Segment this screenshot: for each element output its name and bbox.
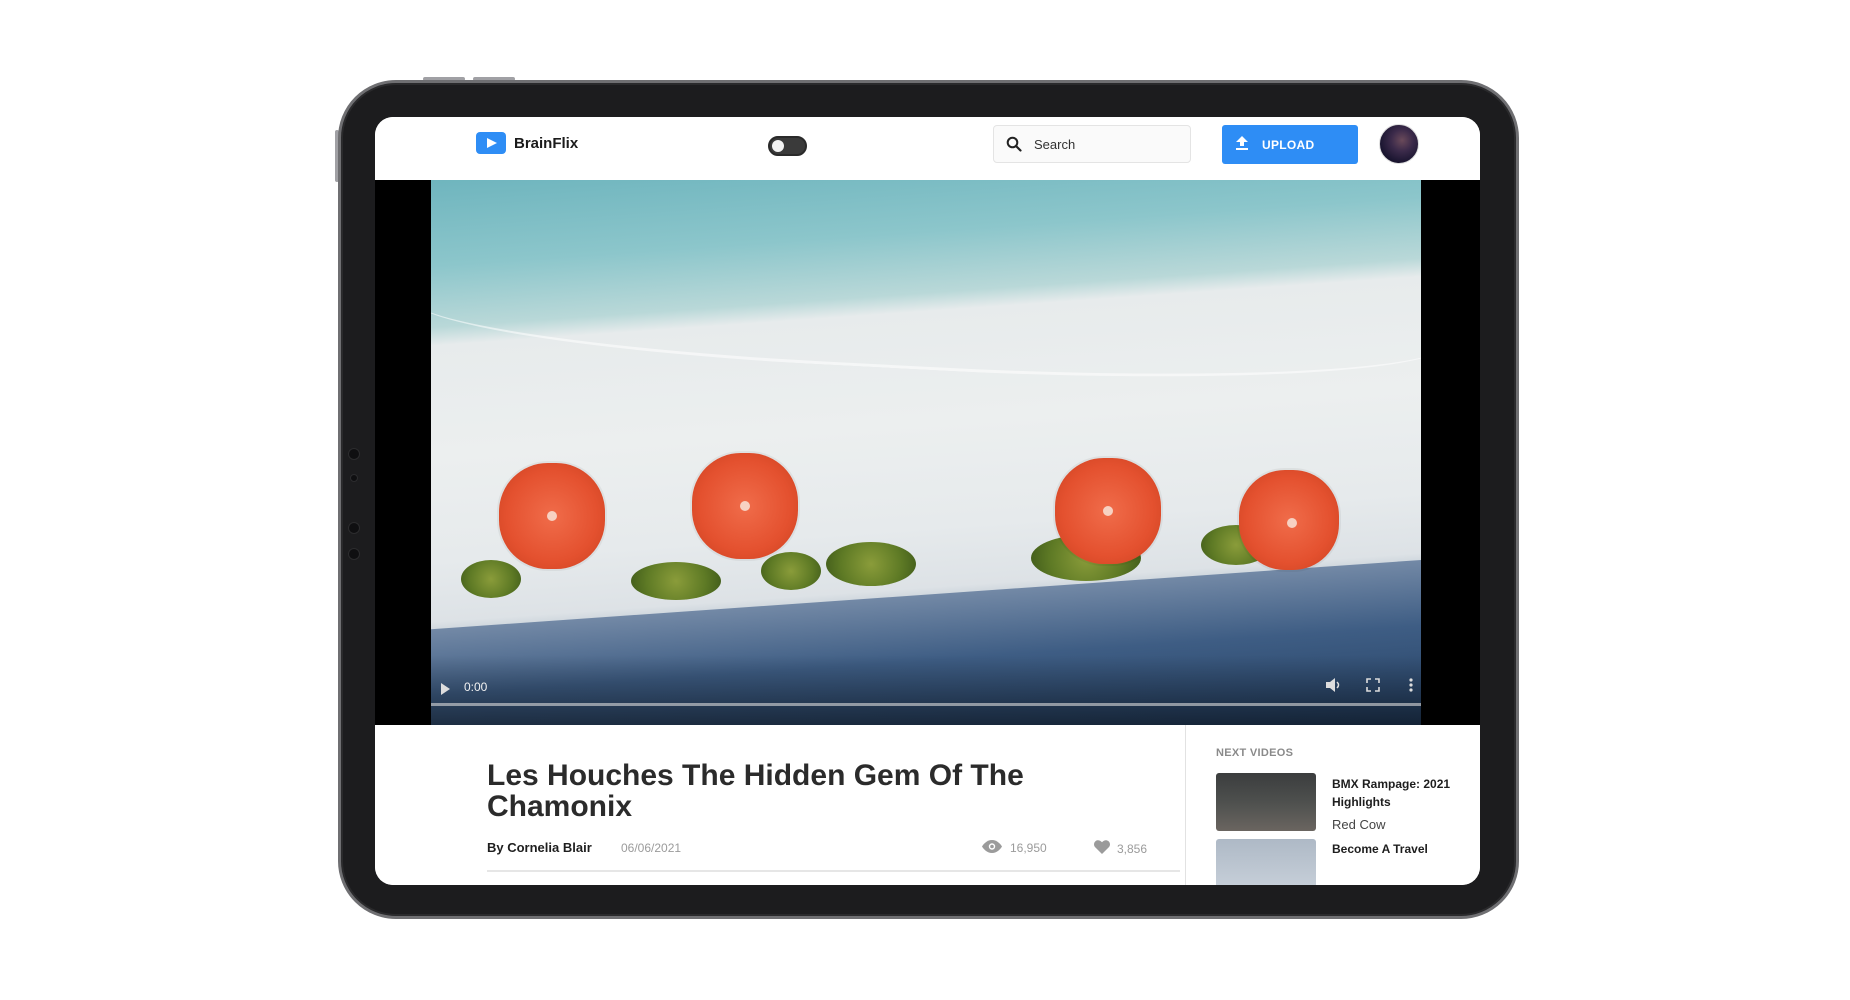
video-scene	[692, 453, 798, 559]
search-input[interactable]	[1034, 136, 1174, 152]
brand-name: BrainFlix	[514, 134, 579, 152]
heart-icon[interactable]	[1094, 840, 1110, 857]
video-thumbnail[interactable]	[1216, 839, 1316, 885]
upload-button[interactable]: UPLOAD	[1222, 125, 1358, 164]
video-scene	[826, 542, 916, 586]
volume-icon[interactable]	[1326, 678, 1342, 697]
ipad-camera	[350, 474, 358, 482]
search-icon	[994, 136, 1034, 152]
next-video-item[interactable]: BMX Rampage: 2021 Highlights Red Cow	[1216, 773, 1456, 833]
search-box[interactable]	[993, 125, 1191, 163]
next-video-channel: Red Cow	[1332, 817, 1386, 832]
video-date: 06/06/2021	[621, 841, 682, 855]
current-time: 0:00	[464, 680, 488, 694]
next-video-title[interactable]: BMX Rampage: 2021 Highlights	[1332, 775, 1452, 811]
video-scene	[1055, 458, 1161, 564]
video-scene	[761, 552, 821, 590]
video-scene	[499, 463, 605, 569]
ipad-sensor	[348, 522, 360, 534]
divider	[487, 870, 1180, 872]
video-author: By Cornelia Blair	[487, 840, 592, 855]
user-avatar[interactable]	[1379, 124, 1419, 164]
ipad-sensor	[348, 448, 360, 460]
next-videos-heading: NEXT VIDEOS	[1216, 747, 1294, 759]
play-icon[interactable]	[441, 683, 450, 695]
video-scene	[461, 560, 521, 598]
upload-icon	[1236, 136, 1248, 153]
next-video-title[interactable]: Become A Travel	[1332, 840, 1452, 858]
header: BrainFlix UPLOAD	[375, 117, 1480, 180]
app-screen: BrainFlix UPLOAD	[375, 117, 1480, 885]
player-controls: 0:00	[431, 655, 1421, 725]
brand-logo[interactable]: BrainFlix	[476, 132, 578, 154]
video-thumbnail[interactable]	[1216, 773, 1316, 831]
divider	[1185, 725, 1186, 885]
video-frame[interactable]: 0:00	[431, 180, 1421, 725]
video-player[interactable]: 0:00	[375, 180, 1480, 725]
upload-label: UPLOAD	[1262, 137, 1315, 152]
eye-icon	[982, 840, 1002, 856]
video-scene	[1239, 470, 1339, 570]
fullscreen-icon[interactable]	[1366, 678, 1380, 697]
ipad-sensor	[348, 548, 360, 560]
like-count: 3,856	[1094, 840, 1147, 857]
video-scene	[431, 232, 1421, 398]
views-value: 16,950	[1010, 841, 1047, 855]
progress-bar[interactable]	[431, 703, 1421, 706]
theme-toggle[interactable]	[768, 136, 807, 156]
play-logo-icon	[476, 132, 506, 154]
content-area: Les Houches The Hidden Gem Of The Chamon…	[375, 725, 1480, 885]
view-count: 16,950	[982, 840, 1047, 856]
next-video-item[interactable]: Become A Travel	[1216, 839, 1456, 885]
video-meta: By Cornelia Blair 06/06/2021 16,950 3,85…	[487, 840, 1167, 860]
likes-value: 3,856	[1117, 841, 1148, 856]
video-title: Les Houches The Hidden Gem Of The Chamon…	[487, 759, 1024, 823]
video-scene	[631, 562, 721, 600]
more-options-icon[interactable]	[1409, 678, 1413, 697]
toggle-knob	[772, 140, 784, 152]
